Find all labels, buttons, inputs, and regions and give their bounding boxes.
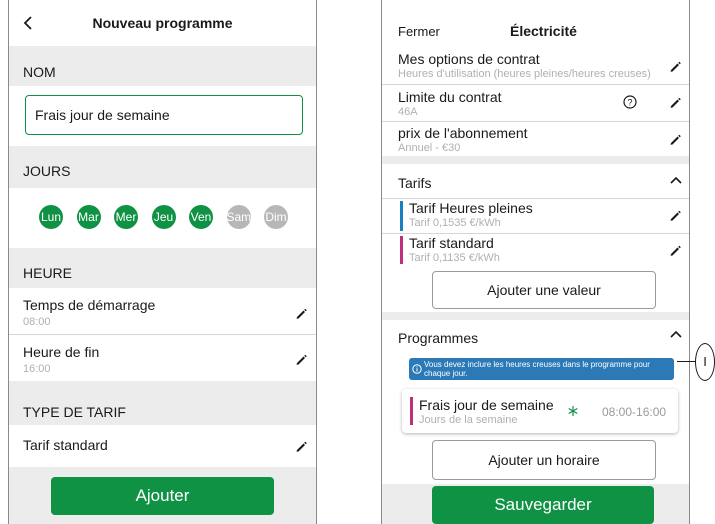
day-toggle-lun[interactable]: Lun [39, 205, 63, 229]
page-title: Nouveau programme [92, 15, 233, 31]
edit-pencil-icon[interactable] [668, 243, 682, 257]
tariff-item[interactable]: Tarif standard Tarif 0,1135 €/kWh [382, 234, 689, 266]
page-title: Électricité [510, 23, 577, 39]
add-value-row: Ajouter une valeur [382, 266, 689, 312]
new-program-screen: Nouveau programme NOM Frais jour de sema… [8, 0, 317, 524]
electricity-screen: Fermer Électricité Mes options de contra… [381, 0, 690, 524]
program-row: Frais jour de semaine Jours de la semain… [382, 385, 689, 438]
day-toggle-mer[interactable]: Mer [114, 205, 138, 229]
end-time-row[interactable]: Heure de fin 16:00 [9, 335, 316, 381]
subscription-title: prix de l'abonnement [398, 125, 528, 141]
info-banner-text: Vous devez inclure les heures creuses da… [424, 360, 650, 378]
tariff-sub: Tarif 0,1135 €/kWh [409, 252, 500, 264]
edit-pencil-icon[interactable] [668, 208, 682, 222]
day-toggle-mar[interactable]: Mar [76, 205, 101, 229]
callout-marker: I [695, 343, 715, 381]
name-row: Frais jour de semaine [9, 86, 316, 146]
chevron-up-icon[interactable] [670, 330, 682, 338]
program-time: 08:00-16:00 [602, 405, 667, 419]
start-time-label: Temps de démarrage [23, 297, 156, 313]
edit-pencil-icon[interactable] [668, 132, 682, 146]
help-question-icon[interactable]: ? [623, 95, 637, 109]
day-toggle-ven[interactable]: Ven [189, 205, 213, 229]
edit-pencil-icon[interactable] [668, 59, 682, 73]
end-time-value: 16:00 [23, 363, 51, 375]
contract-limit-title: Limite du contrat [398, 89, 502, 105]
edit-pencil-icon[interactable] [294, 439, 308, 453]
contract-limit-sub: 46A [398, 106, 418, 118]
program-card[interactable]: Frais jour de semaine Jours de la semain… [402, 389, 678, 433]
add-value-button[interactable]: Ajouter une valeur [432, 271, 656, 309]
section-label: TYPE DE TARIF [23, 404, 126, 420]
section-jours: JOURS [9, 146, 316, 188]
section-label: Programmes [398, 330, 479, 346]
start-time-row[interactable]: Temps de démarrage 08:00 [9, 288, 316, 334]
section-heure: HEURE [9, 248, 316, 288]
edit-pencil-icon[interactable] [668, 95, 682, 109]
section-label: Tarifs [398, 175, 432, 191]
tariff-row[interactable]: Tarif standard [9, 425, 316, 467]
section-label: HEURE [23, 265, 73, 281]
section-nom: NOM [9, 46, 316, 86]
tariff-value: Tarif standard [23, 437, 108, 453]
callout-line [677, 361, 697, 362]
tariff-color-bar [400, 201, 403, 231]
program-sub: Jours de la semaine [419, 414, 518, 426]
header-bar: Fermer Électricité [382, 0, 689, 46]
day-toggle-dim[interactable]: Dim [264, 205, 288, 229]
subscription-sub: Annuel - €30 [398, 142, 461, 154]
add-schedule-row: Ajouter un horaire [382, 438, 689, 484]
header-bar: Nouveau programme [9, 0, 316, 46]
contract-options-row[interactable]: Mes options de contrat Heures d'utilisat… [382, 46, 689, 84]
section-type-tarif: TYPE DE TARIF [9, 381, 316, 425]
tariff-sub: Tarif 0,1535 €/kWh [409, 217, 501, 229]
programs-section-header[interactable]: Programmes [382, 320, 689, 353]
add-button[interactable]: Ajouter [51, 477, 274, 515]
program-color-bar [410, 397, 413, 425]
contract-options-title: Mes options de contrat [398, 51, 540, 67]
tariff-title: Tarif Heures pleines [409, 200, 533, 216]
info-banner: Vous devez inclure les heures creuses da… [409, 358, 674, 380]
edit-pencil-icon[interactable] [294, 306, 308, 320]
snowflake-icon [568, 406, 578, 416]
tariffs-section-header[interactable]: Tarifs [382, 164, 689, 198]
contract-limit-row[interactable]: Limite du contrat 46A ? [382, 85, 689, 121]
program-title: Frais jour de semaine [419, 397, 554, 413]
tariff-title: Tarif standard [409, 235, 494, 251]
section-label: JOURS [23, 163, 71, 179]
day-toggle-jeu[interactable]: Jeu [151, 205, 176, 229]
start-time-value: 08:00 [23, 316, 51, 328]
end-time-label: Heure de fin [23, 344, 100, 360]
tariff-item[interactable]: Tarif Heures pleines Tarif 0,1535 €/kWh [382, 199, 689, 233]
day-toggle-sam[interactable]: Sam [226, 205, 251, 229]
info-row: Vous devez inclure les heures creuses da… [382, 353, 689, 385]
chevron-up-icon[interactable] [670, 176, 682, 184]
section-label: NOM [23, 64, 56, 80]
close-button[interactable]: Fermer [398, 24, 440, 39]
edit-pencil-icon[interactable] [294, 352, 308, 366]
contract-options-sub: Heures d'utilisation (heures pleines/heu… [398, 68, 651, 80]
add-schedule-button[interactable]: Ajouter un horaire [432, 440, 656, 480]
info-icon [412, 364, 422, 374]
tariff-color-bar [400, 236, 403, 264]
program-name-input[interactable]: Frais jour de semaine [25, 95, 303, 135]
svg-text:?: ? [627, 98, 632, 108]
program-name-value: Frais jour de semaine [35, 107, 170, 123]
save-button[interactable]: Sauvegarder [432, 486, 654, 524]
subscription-row[interactable]: prix de l'abonnement Annuel - €30 [382, 122, 689, 156]
